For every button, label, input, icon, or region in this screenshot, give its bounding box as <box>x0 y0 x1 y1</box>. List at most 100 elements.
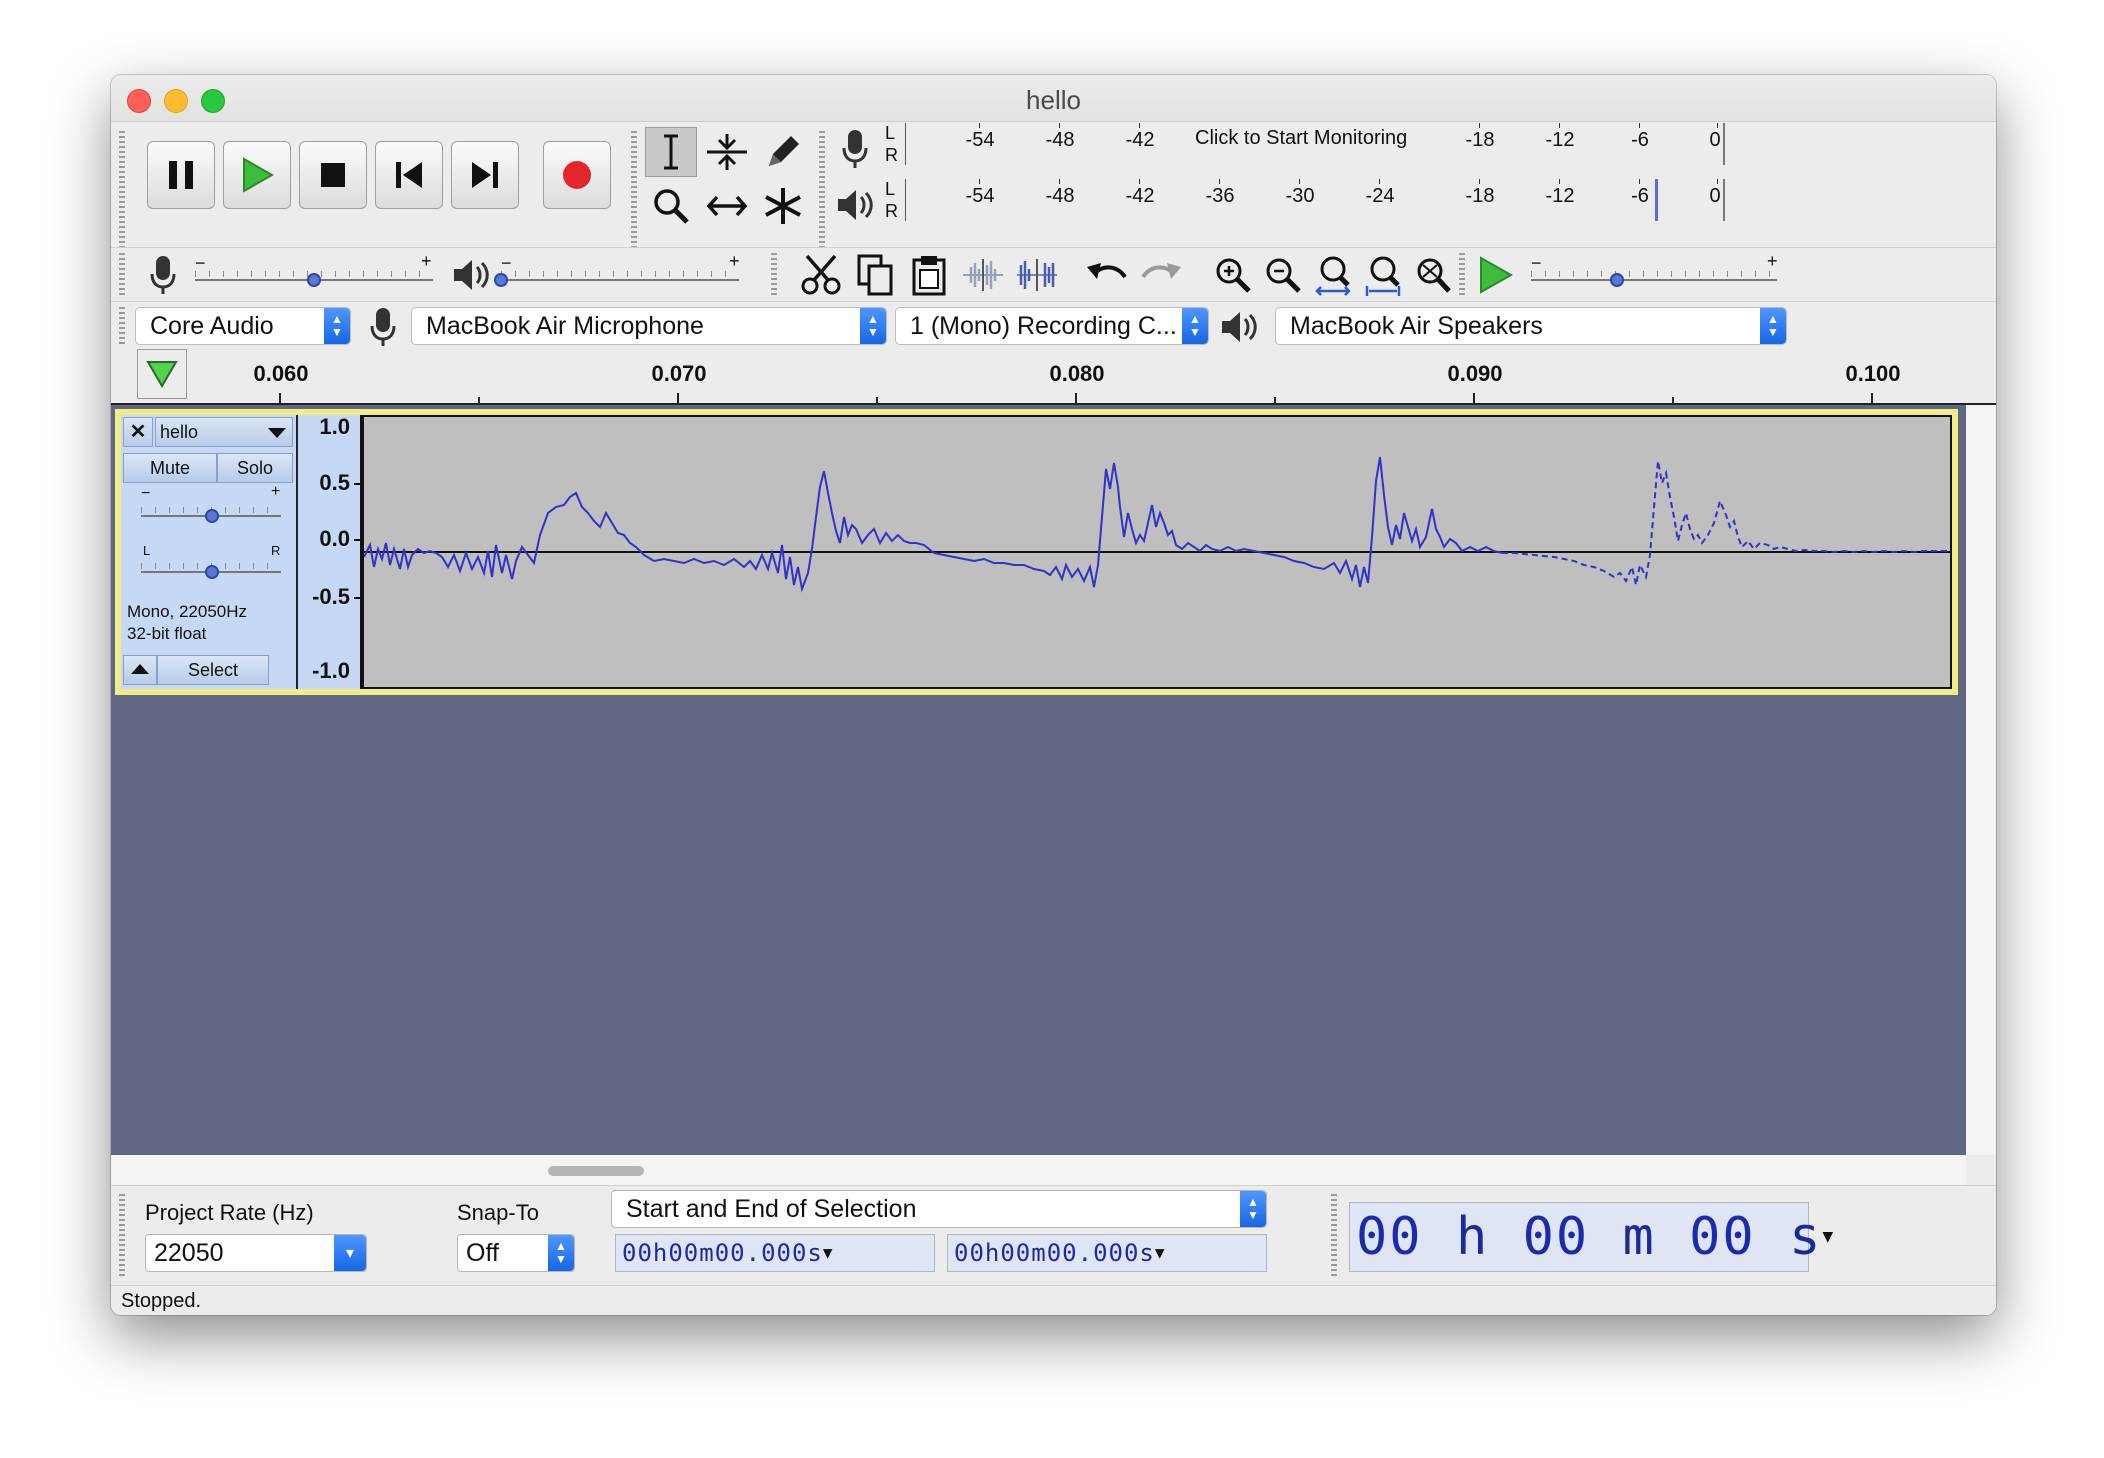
toolbar-grip[interactable] <box>119 1194 125 1278</box>
toolbar-grip[interactable] <box>1331 1194 1337 1278</box>
clipboard-icon <box>912 256 946 296</box>
selection-end-time[interactable]: 00h00m00.000s▼ <box>947 1234 1267 1272</box>
time-shift-tool-button[interactable] <box>701 181 753 231</box>
mute-button[interactable]: Mute <box>123 453 217 483</box>
skip-to-start-button[interactable] <box>375 141 443 209</box>
play-at-speed-button[interactable] <box>1469 249 1521 301</box>
minutes-unit: m <box>1031 1239 1047 1267</box>
start-minutes: 00 <box>668 1239 700 1267</box>
chevron-updown-icon: ▲ ▼ <box>1240 1191 1266 1227</box>
meter-tick: -6 <box>1631 129 1649 151</box>
record-meter-button[interactable] <box>829 123 881 175</box>
zoom-toggle-button[interactable] <box>1407 249 1459 301</box>
cut-button[interactable] <box>795 249 847 301</box>
solo-button[interactable]: Solo <box>217 453 293 483</box>
asterisk-icon <box>765 188 801 224</box>
audio-position-time[interactable]: 00 h 00 m 00 s▼ <box>1349 1202 1833 1272</box>
toolbar-grip[interactable] <box>119 253 125 297</box>
horizontal-scrollbar[interactable] <box>111 1155 1966 1185</box>
redo-button[interactable] <box>1135 249 1187 301</box>
meter-tick: -6 <box>1631 185 1649 207</box>
selection-start-time[interactable]: 00h00m00.000s▼ <box>615 1234 935 1272</box>
silence-audio-button[interactable] <box>1011 249 1063 301</box>
toolbar-grip[interactable] <box>1459 253 1465 297</box>
toolbar-grip[interactable] <box>631 131 637 247</box>
waveform-display[interactable] <box>362 415 1952 689</box>
track-name: hello <box>160 422 199 442</box>
input-device-select[interactable]: MacBook Air Microphone ▲ ▼ <box>411 307 887 345</box>
gain-knob[interactable] <box>205 509 219 523</box>
select-track-button[interactable]: Select <box>157 655 269 685</box>
chevron-updown-icon: ▲ ▼ <box>1760 308 1786 344</box>
playback-meter-button[interactable] <box>829 179 881 231</box>
multi-tool-button[interactable] <box>757 181 809 231</box>
fit-selection-button[interactable] <box>1307 249 1359 301</box>
vertical-ruler[interactable]: 1.0 0.5 0.0 -0.5 -1.0 <box>298 414 362 689</box>
record-volume-knob[interactable] <box>307 273 321 287</box>
play-button[interactable] <box>223 141 291 209</box>
chevron-down-icon[interactable]: ▾ <box>334 1235 366 1271</box>
skip-to-end-button[interactable] <box>451 141 519 209</box>
selection-mode-select[interactable]: Start and End of Selection ▲ ▼ <box>611 1190 1267 1228</box>
record-button[interactable] <box>543 141 611 209</box>
zoom-tool-button[interactable] <box>645 181 697 231</box>
envelope-tool-button[interactable] <box>701 127 753 177</box>
zoom-out-button[interactable] <box>1257 249 1309 301</box>
silence-icon <box>1017 259 1057 291</box>
undo-button[interactable] <box>1081 249 1133 301</box>
meter-channel-right: R <box>885 145 898 165</box>
pan-knob[interactable] <box>205 565 219 579</box>
double-arrow-icon <box>706 195 748 217</box>
timeline-ruler[interactable]: 0.060 0.070 0.080 0.090 0.100 <box>111 347 1996 405</box>
draw-tool-button[interactable] <box>757 127 809 177</box>
vertical-scrollbar[interactable] <box>1966 405 1996 1155</box>
fit-project-button[interactable] <box>1357 249 1409 301</box>
vruler-label: 1.0 <box>319 414 350 439</box>
dropdown-arrow-icon[interactable]: ▼ <box>823 1243 834 1262</box>
track-menu-button[interactable]: hello <box>155 417 293 447</box>
slider-plus-label: + <box>1767 251 1778 271</box>
dropdown-arrow-icon[interactable]: ▼ <box>1822 1226 1835 1247</box>
zoom-in-button[interactable] <box>1207 249 1259 301</box>
toolbar-grip[interactable] <box>119 131 125 247</box>
trim-audio-button[interactable] <box>957 249 1009 301</box>
toolbar-grip[interactable] <box>119 307 125 345</box>
project-rate-combo[interactable]: 22050 ▾ <box>145 1234 367 1272</box>
seconds-unit: s <box>807 1239 823 1267</box>
playback-speed-knob[interactable] <box>1610 273 1625 287</box>
audio-host-select[interactable]: Core Audio ▲ ▼ <box>135 307 351 345</box>
playback-volume-knob[interactable] <box>494 273 508 287</box>
skip-to-start-icon <box>396 162 422 188</box>
track-panel[interactable]: ✕ hello Mute Solo − + L R Mono, 22050Hz … <box>111 405 1966 1155</box>
stop-button[interactable] <box>299 141 367 209</box>
close-track-button[interactable]: ✕ <box>123 417 153 447</box>
collapse-track-button[interactable] <box>123 655 157 685</box>
playback-volume-slider[interactable] <box>501 279 739 281</box>
track-format-info: Mono, 22050Hz <box>127 602 248 621</box>
horizontal-scroll-thumb[interactable] <box>548 1166 644 1176</box>
snap-to-select[interactable]: Off ▲ ▼ <box>457 1234 575 1272</box>
toolbar-grip[interactable] <box>819 131 825 247</box>
paste-button[interactable] <box>903 249 955 301</box>
record-meter[interactable]: L R -54 -48 -42 Click to Start Monitorin… <box>885 123 1925 165</box>
snap-to-label: Snap-To <box>457 1200 539 1225</box>
recording-channels-select[interactable]: 1 (Mono) Recording C... ▲ ▼ <box>895 307 1209 345</box>
fit-project-icon <box>1365 256 1401 296</box>
pause-button[interactable] <box>147 141 215 209</box>
collapse-arrow-icon <box>131 664 149 674</box>
copy-button[interactable] <box>849 249 901 301</box>
playback-meter[interactable]: L R -54 -48 -42 -36 -30 -24 -18 -12 -6 0 <box>885 179 1925 221</box>
toolbar-grip[interactable] <box>771 253 777 297</box>
pinned-play-head-button[interactable] <box>137 349 187 399</box>
ruler-label: 0.100 <box>1845 361 1901 386</box>
playback-speed-slider[interactable] <box>1531 279 1777 281</box>
speaker-icon <box>454 260 489 290</box>
minutes-unit: m <box>1622 1207 1656 1267</box>
audio-track[interactable]: ✕ hello Mute Solo − + L R Mono, 22050Hz … <box>115 409 1958 695</box>
click-to-start-monitoring[interactable]: Click to Start Monitoring <box>1191 127 1412 150</box>
dropdown-arrow-icon[interactable]: ▼ <box>1155 1243 1166 1262</box>
meter-tick: -48 <box>1045 185 1075 207</box>
output-device-select[interactable]: MacBook Air Speakers ▲ ▼ <box>1275 307 1787 345</box>
selection-tool-button[interactable] <box>645 127 697 177</box>
meter-tick: -42 <box>1125 129 1155 151</box>
